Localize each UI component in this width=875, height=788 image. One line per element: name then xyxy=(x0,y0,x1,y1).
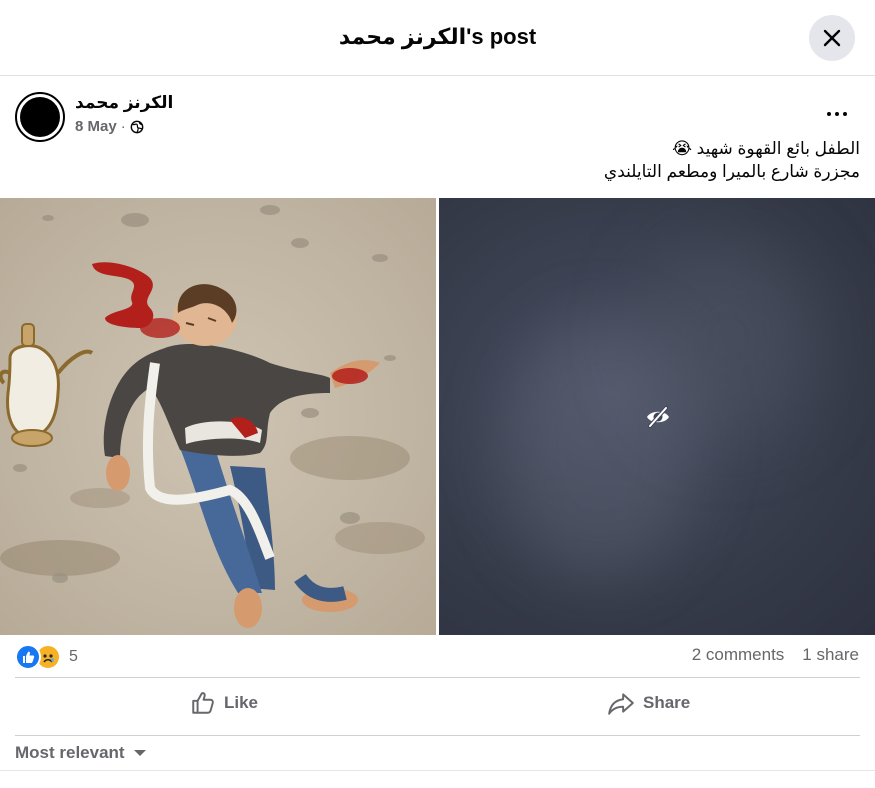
post-image-sensitive[interactable] xyxy=(439,198,875,635)
post-header: الكرنز محمد's post xyxy=(0,0,875,76)
divider xyxy=(15,677,860,678)
share-button[interactable]: Share xyxy=(607,685,690,721)
more-options-button[interactable] xyxy=(821,99,855,129)
author-name[interactable]: الكرنز محمد xyxy=(75,92,173,114)
globe-icon[interactable] xyxy=(130,120,144,134)
shares-count[interactable]: 1 share xyxy=(802,645,859,665)
post-text-line: الطفل بائع القهوة شهيد 😭 xyxy=(672,139,860,158)
post-text-line: مجزرة شارع بالميرا ومطعم التايلندي xyxy=(603,162,860,181)
close-button[interactable] xyxy=(809,15,855,61)
post-stats: 2 comments 1 share xyxy=(692,645,859,665)
close-icon xyxy=(823,29,841,47)
like-reaction-icon xyxy=(15,644,41,670)
like-button[interactable]: Like xyxy=(190,685,258,721)
illustration-image xyxy=(0,198,436,635)
comments-count[interactable]: 2 comments xyxy=(692,645,785,665)
share-icon xyxy=(608,693,634,715)
meta-separator: · xyxy=(120,118,126,135)
divider xyxy=(15,735,860,736)
more-horizontal-icon xyxy=(827,112,831,116)
eye-slash-icon xyxy=(647,406,669,428)
header-title: الكرنز محمد's post xyxy=(338,24,537,49)
divider xyxy=(0,770,875,771)
reaction-count: 5 xyxy=(69,648,78,665)
share-label: Share xyxy=(643,693,691,712)
post-meta: 8 May · xyxy=(75,118,144,136)
like-label: Like xyxy=(224,693,259,712)
comment-sort-dropdown[interactable]: Most relevant xyxy=(15,743,147,763)
reactions-summary[interactable]: 5 xyxy=(15,644,78,670)
caret-down-icon xyxy=(133,750,146,756)
post-text: الطفل بائع القهوة شهيد 😭 مجزرة شارع بالم… xyxy=(604,137,860,183)
post-image-illustration[interactable] xyxy=(0,198,436,635)
thumbs-up-icon xyxy=(192,692,214,714)
post-date[interactable]: 8 May xyxy=(75,118,117,136)
avatar[interactable] xyxy=(15,92,65,142)
sort-label: Most relevant xyxy=(15,743,125,762)
